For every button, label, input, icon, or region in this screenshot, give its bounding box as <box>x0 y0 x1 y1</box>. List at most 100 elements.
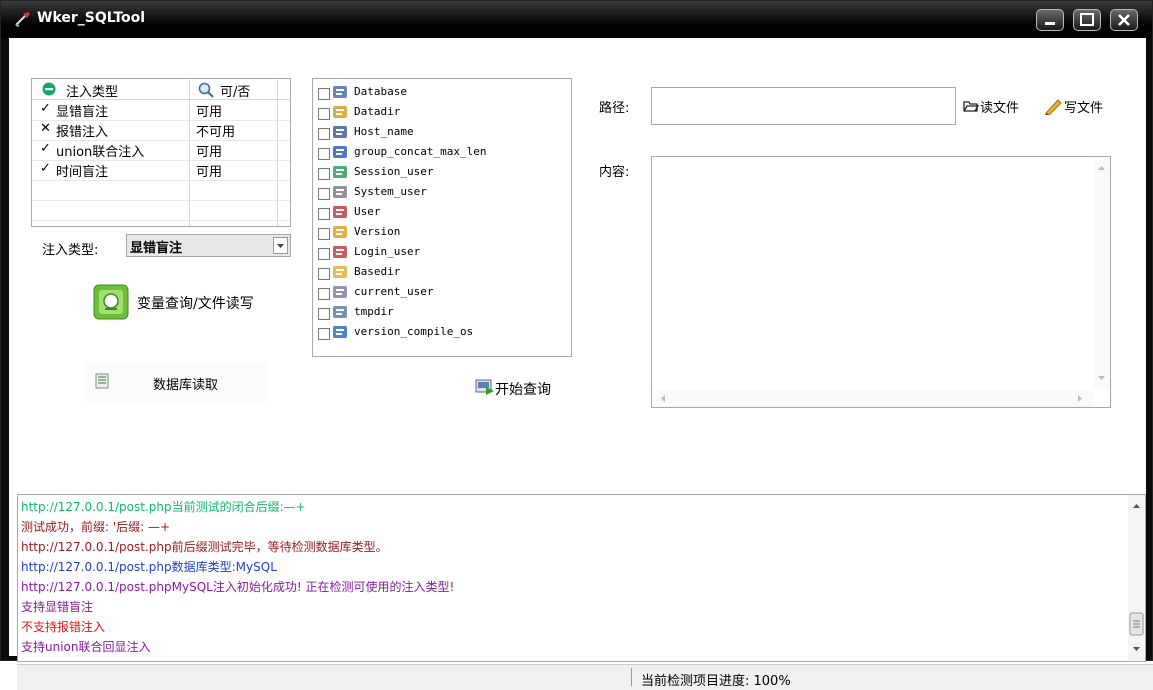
query-item-label: Session_user <box>354 165 434 178</box>
query-item-label: Host_name <box>354 125 414 138</box>
checkbox[interactable] <box>318 268 330 280</box>
log-line: http://127.0.0.1/post.php前后缀测试完毕，等待检测数据库… <box>21 540 388 554</box>
list-item-empty <box>32 180 290 201</box>
log-output[interactable]: http://127.0.0.1/post.php当前测试的闭合后缀:—+ 测试成… <box>17 494 1146 662</box>
log-line: 支持显错盲注 <box>21 600 94 614</box>
checkbox[interactable] <box>318 108 330 120</box>
checkbox[interactable] <box>318 288 330 300</box>
read-file-button[interactable]: 读文件 <box>963 97 1033 117</box>
path-label: 路径: <box>599 101 630 116</box>
horizontal-scrollbar[interactable] <box>652 390 1093 407</box>
query-item-label: group_concat_max_len <box>354 145 487 158</box>
start-query-label: 开始查询 <box>495 382 551 398</box>
log-scroll-icon <box>1129 504 1144 651</box>
close-button[interactable] <box>1110 9 1138 31</box>
content-textarea[interactable] <box>651 156 1111 408</box>
col-injection-type[interactable]: 注入类型 <box>66 81 118 100</box>
query-item-label: current_user <box>354 285 434 298</box>
list-header: 注入类型 可/否 <box>32 79 290 100</box>
checkbox[interactable] <box>318 128 330 140</box>
log-line: 支持union联合回显注入 <box>21 640 151 654</box>
injection-type-cell: 时间盲注 <box>56 165 109 180</box>
tmp-file-icon <box>333 306 347 318</box>
checkbox[interactable] <box>318 188 330 200</box>
app-icon <box>15 12 30 27</box>
login-user-icon <box>333 246 347 258</box>
query-item-label: System_user <box>354 185 427 198</box>
computer-icon <box>333 126 347 138</box>
log-line: 不支持报错注入 <box>21 620 106 634</box>
checkbox[interactable] <box>318 328 330 340</box>
checkbox[interactable] <box>318 168 330 180</box>
dropdown-button[interactable] <box>273 237 288 254</box>
list-item[interactable]: ✕ 报错注入 不可用 <box>32 120 290 141</box>
path-input[interactable] <box>651 87 956 125</box>
checkbox[interactable] <box>318 148 330 160</box>
folder-open-icon <box>963 101 979 112</box>
file-query-icon <box>93 284 129 320</box>
pencil-icon <box>1045 99 1062 115</box>
list-item[interactable]: ✓ union联合注入 可用 <box>32 140 290 161</box>
checkbox[interactable] <box>318 248 330 260</box>
col-availability[interactable]: 可/否 <box>220 81 250 100</box>
checkbox[interactable] <box>318 308 330 320</box>
checkbox[interactable] <box>318 88 330 100</box>
injection-type-cell: 显错盲注 <box>56 105 109 120</box>
list-item[interactable]: ✓ 时间盲注 可用 <box>32 160 290 181</box>
minimize-button[interactable] <box>1036 9 1064 31</box>
app-window: Wker_SQLTool 注入类型 可/否 ✓ 显错盲注 可用 ✕ 报错注入 不… <box>0 0 1153 690</box>
user-card-icon <box>333 286 347 298</box>
system-user-icon <box>333 186 347 198</box>
vertical-scrollbar[interactable] <box>1093 157 1110 389</box>
os-icon <box>333 326 347 338</box>
start-query-icon <box>475 379 494 395</box>
maximize-button[interactable] <box>1073 9 1101 31</box>
status-bar: 当前检测项目进度: 100% <box>17 664 1153 690</box>
query-item-label: tmpdir <box>354 305 394 318</box>
check-mark-icon: ✓ <box>40 141 51 156</box>
log-line: 测试成功，前缀: '后缀: —+ <box>21 520 171 534</box>
query-item-label: User <box>354 205 381 218</box>
db-read-button[interactable]: 数据库读取 <box>83 362 269 402</box>
var-query-button[interactable]: 变量查询/文件读写 <box>93 282 275 322</box>
cross-mark-icon: ✕ <box>40 121 51 136</box>
chevron-down-icon <box>277 244 284 248</box>
close-icon <box>1118 14 1130 26</box>
log-scrollbar[interactable] <box>1128 495 1145 661</box>
title-bar[interactable]: Wker_SQLTool <box>1 1 1152 38</box>
injection-list[interactable]: 注入类型 可/否 ✓ 显错盲注 可用 ✕ 报错注入 不可用 ✓ union联合注… <box>31 78 291 227</box>
pencil-icon <box>333 146 347 158</box>
window-title: Wker_SQLTool <box>37 10 146 26</box>
injection-type-cell: 报错注入 <box>56 125 109 140</box>
list-item[interactable]: ✓ 显错盲注 可用 <box>32 100 290 121</box>
search-icon <box>198 82 214 98</box>
maximize-icon <box>1080 13 1094 26</box>
var-query-label: 变量查询/文件读写 <box>137 296 254 312</box>
availability-cell: 可用 <box>196 165 223 180</box>
log-line: http://127.0.0.1/post.phpMySQL注入初始化成功! 正… <box>21 580 455 594</box>
scroll-arrows-icon <box>1098 166 1105 380</box>
injection-type-select[interactable]: 显错盲注 <box>126 234 291 257</box>
selected-injection-type: 显错盲注 <box>130 241 183 256</box>
injection-type-cell: union联合注入 <box>56 145 145 160</box>
read-file-label: 读文件 <box>980 101 1020 116</box>
availability-cell: 可用 <box>196 145 223 160</box>
content-label: 内容: <box>599 165 630 180</box>
checkbox[interactable] <box>318 228 330 240</box>
minus-circle-icon <box>42 82 56 96</box>
database-read-icon <box>95 373 109 389</box>
write-file-label: 写文件 <box>1064 101 1104 116</box>
start-query-button[interactable]: 开始查询 <box>475 376 575 400</box>
write-file-button[interactable]: 写文件 <box>1043 95 1113 117</box>
query-item-label: Login_user <box>354 245 421 258</box>
query-item-label: Basedir <box>354 265 401 278</box>
scroll-arrows-h-icon <box>661 395 1082 402</box>
log-line: http://127.0.0.1/post.php数据库类型:MySQL <box>21 560 277 574</box>
version-icon <box>333 226 347 238</box>
checkbox[interactable] <box>318 208 330 220</box>
check-mark-icon: ✓ <box>40 101 51 116</box>
database-icon <box>333 86 347 98</box>
query-item-label: Version <box>354 225 401 238</box>
user-session-icon <box>333 166 347 178</box>
db-read-label: 数据库读取 <box>153 378 219 393</box>
